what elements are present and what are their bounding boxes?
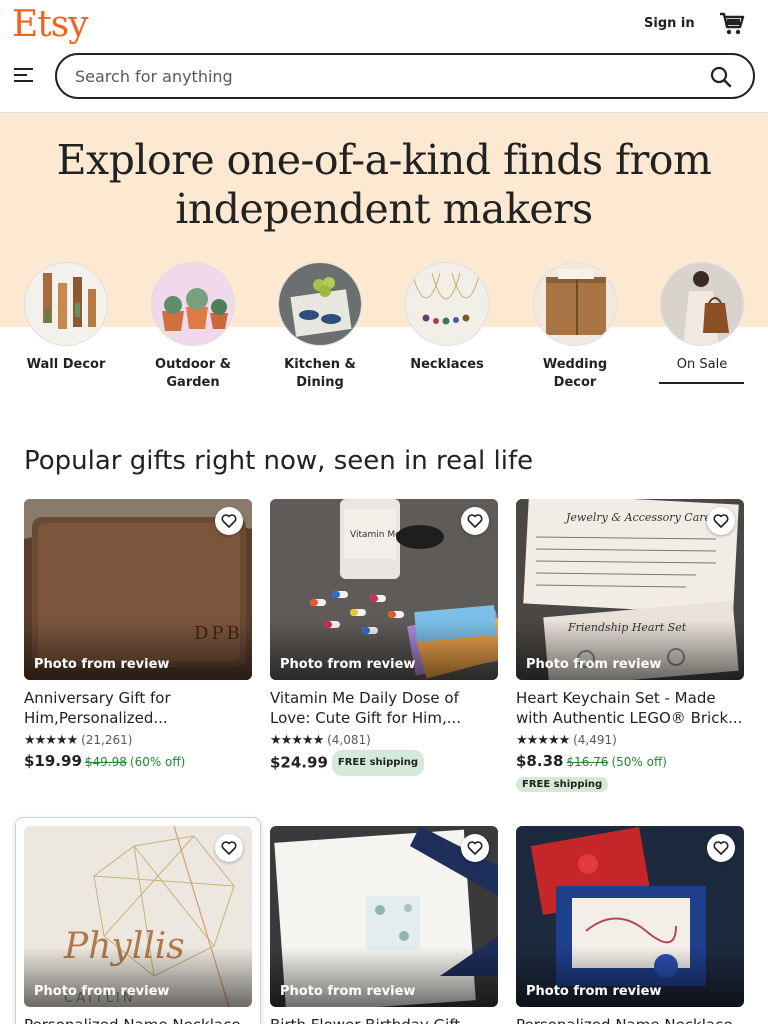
product-card[interactable]: Vitamin Me Photo from review Vitamin Me …	[270, 499, 498, 776]
product-rating: ★★★★★ (21,261)	[24, 730, 252, 750]
review-label: Photo from review	[526, 984, 662, 999]
review-label: Photo from review	[34, 984, 170, 999]
product-image[interactable]: Vitamin Me Photo from review	[270, 499, 498, 680]
price-row: $24.99 FREE shipping	[270, 750, 498, 776]
category-image	[151, 262, 235, 346]
product-title[interactable]: Vitamin Me Daily Dose of Love: Cute Gift…	[270, 688, 498, 728]
product-card[interactable]: DPB Photo from review Anniversary Gift f…	[24, 499, 252, 773]
category-necklaces[interactable]: Necklaces	[392, 262, 502, 374]
hero-title-line2: independent makers	[175, 185, 593, 233]
hero-title-line1: Explore one-of-a-kind finds from	[56, 136, 712, 184]
review-label: Photo from review	[34, 657, 170, 672]
sign-in-link[interactable]: Sign in	[644, 16, 695, 31]
site-header: Etsy Sign in Search for anything	[0, 0, 768, 113]
product-title[interactable]: Birth Flower Birthday Gift	[270, 1015, 498, 1024]
hero-title: Explore one-of-a-kind finds from indepen…	[0, 136, 768, 234]
cart-icon[interactable]	[718, 10, 746, 38]
favorite-button[interactable]	[215, 834, 243, 862]
heart-icon	[467, 514, 483, 528]
category-row: Wall Decor Outdoor & Garden Kitchen & Di…	[0, 262, 768, 402]
category-outdoor-garden[interactable]: Outdoor & Garden	[138, 262, 248, 392]
product-card[interactable]: Photo from review Birth Flower Birthday …	[270, 826, 498, 1024]
category-label: On Sale	[676, 357, 728, 372]
product-image[interactable]: Jewelry & Accessory Care Friendship Hear…	[516, 499, 744, 680]
product-image[interactable]: Photo from review	[516, 826, 744, 1007]
review-count: (4,491)	[573, 733, 617, 747]
favorite-button[interactable]	[461, 507, 489, 535]
price: $24.99	[270, 753, 328, 772]
menu-icon[interactable]	[14, 66, 34, 84]
product-title[interactable]: Personalized Name Necklace	[516, 1015, 744, 1024]
category-image	[533, 262, 617, 346]
price: $19.99	[24, 752, 82, 770]
discount: (60% off)	[129, 755, 186, 769]
category-label: Wedding Decor	[542, 357, 608, 390]
review-label: Photo from review	[280, 657, 416, 672]
search-bar[interactable]: Search for anything	[55, 53, 755, 99]
category-label: Wall Decor	[26, 357, 106, 372]
favorite-button[interactable]	[215, 507, 243, 535]
discount: (50% off)	[611, 755, 667, 769]
svg-text:Vitamin Me: Vitamin Me	[350, 530, 401, 540]
svg-text:Jewelry & Accessory Care: Jewelry & Accessory Care	[564, 511, 712, 524]
category-wedding-decor[interactable]: Wedding Decor	[520, 262, 630, 392]
category-wall-decor[interactable]: Wall Decor	[11, 262, 121, 374]
product-image[interactable]: DPB Photo from review	[24, 499, 252, 680]
category-kitchen-dining[interactable]: Kitchen & Dining	[265, 262, 375, 392]
product-card[interactable]: Photo from review Personalized Name Neck…	[516, 826, 744, 1024]
heart-icon	[713, 514, 729, 528]
product-title[interactable]: Anniversary Gift for Him,Personalized...	[24, 688, 252, 728]
product-title[interactable]: Personalized Name Necklace	[24, 1015, 252, 1024]
heart-icon	[713, 841, 729, 855]
original-price: $16.76	[566, 755, 609, 769]
category-image	[278, 262, 362, 346]
price: $8.38	[516, 752, 564, 770]
category-label: Necklaces	[410, 357, 484, 372]
product-card[interactable]: Phyllis CAITLIN Photo from review Person…	[24, 826, 252, 1024]
section-title: Popular gifts right now, seen in real li…	[24, 446, 534, 476]
review-count: (21,261)	[81, 733, 133, 747]
original-price: $49.98	[84, 755, 127, 769]
category-label: Outdoor & Garden	[155, 357, 231, 390]
category-on-sale[interactable]: On Sale	[647, 262, 757, 374]
product-title[interactable]: Heart Keychain Set - Made with Authentic…	[516, 688, 744, 728]
star-rating: ★★★★★	[516, 733, 570, 748]
star-rating: ★★★★★	[24, 733, 78, 748]
category-image	[405, 262, 489, 346]
product-card[interactable]: Jewelry & Accessory Care Friendship Hear…	[516, 499, 744, 792]
search-icon[interactable]	[709, 65, 733, 89]
review-count: (4,081)	[327, 733, 371, 747]
free-shipping-badge: FREE shipping	[331, 750, 425, 776]
product-rating: ★★★★★ (4,081)	[270, 730, 498, 750]
etsy-logo[interactable]: Etsy	[12, 4, 89, 45]
heart-icon	[467, 841, 483, 855]
price-row: $8.38 $16.76 (50% off)	[516, 750, 744, 773]
favorite-button[interactable]	[461, 834, 489, 862]
favorite-button[interactable]	[707, 507, 735, 535]
product-image[interactable]: Photo from review	[270, 826, 498, 1007]
heart-icon	[221, 514, 237, 528]
review-label: Photo from review	[526, 657, 662, 672]
review-label: Photo from review	[280, 984, 416, 999]
star-rating: ★★★★★	[270, 733, 324, 748]
search-input[interactable]: Search for anything	[75, 67, 233, 86]
category-label: Kitchen & Dining	[284, 357, 356, 390]
favorite-button[interactable]	[707, 834, 735, 862]
product-image[interactable]: Phyllis CAITLIN Photo from review	[24, 826, 252, 1007]
free-shipping-badge: FREE shipping	[516, 777, 609, 792]
price-row: $19.99 $49.98 (60% off)	[24, 750, 252, 773]
heart-icon	[221, 841, 237, 855]
category-image	[660, 262, 744, 346]
category-image	[24, 262, 108, 346]
selected-category-indicator	[659, 382, 744, 384]
product-rating: ★★★★★ (4,491)	[516, 730, 744, 750]
